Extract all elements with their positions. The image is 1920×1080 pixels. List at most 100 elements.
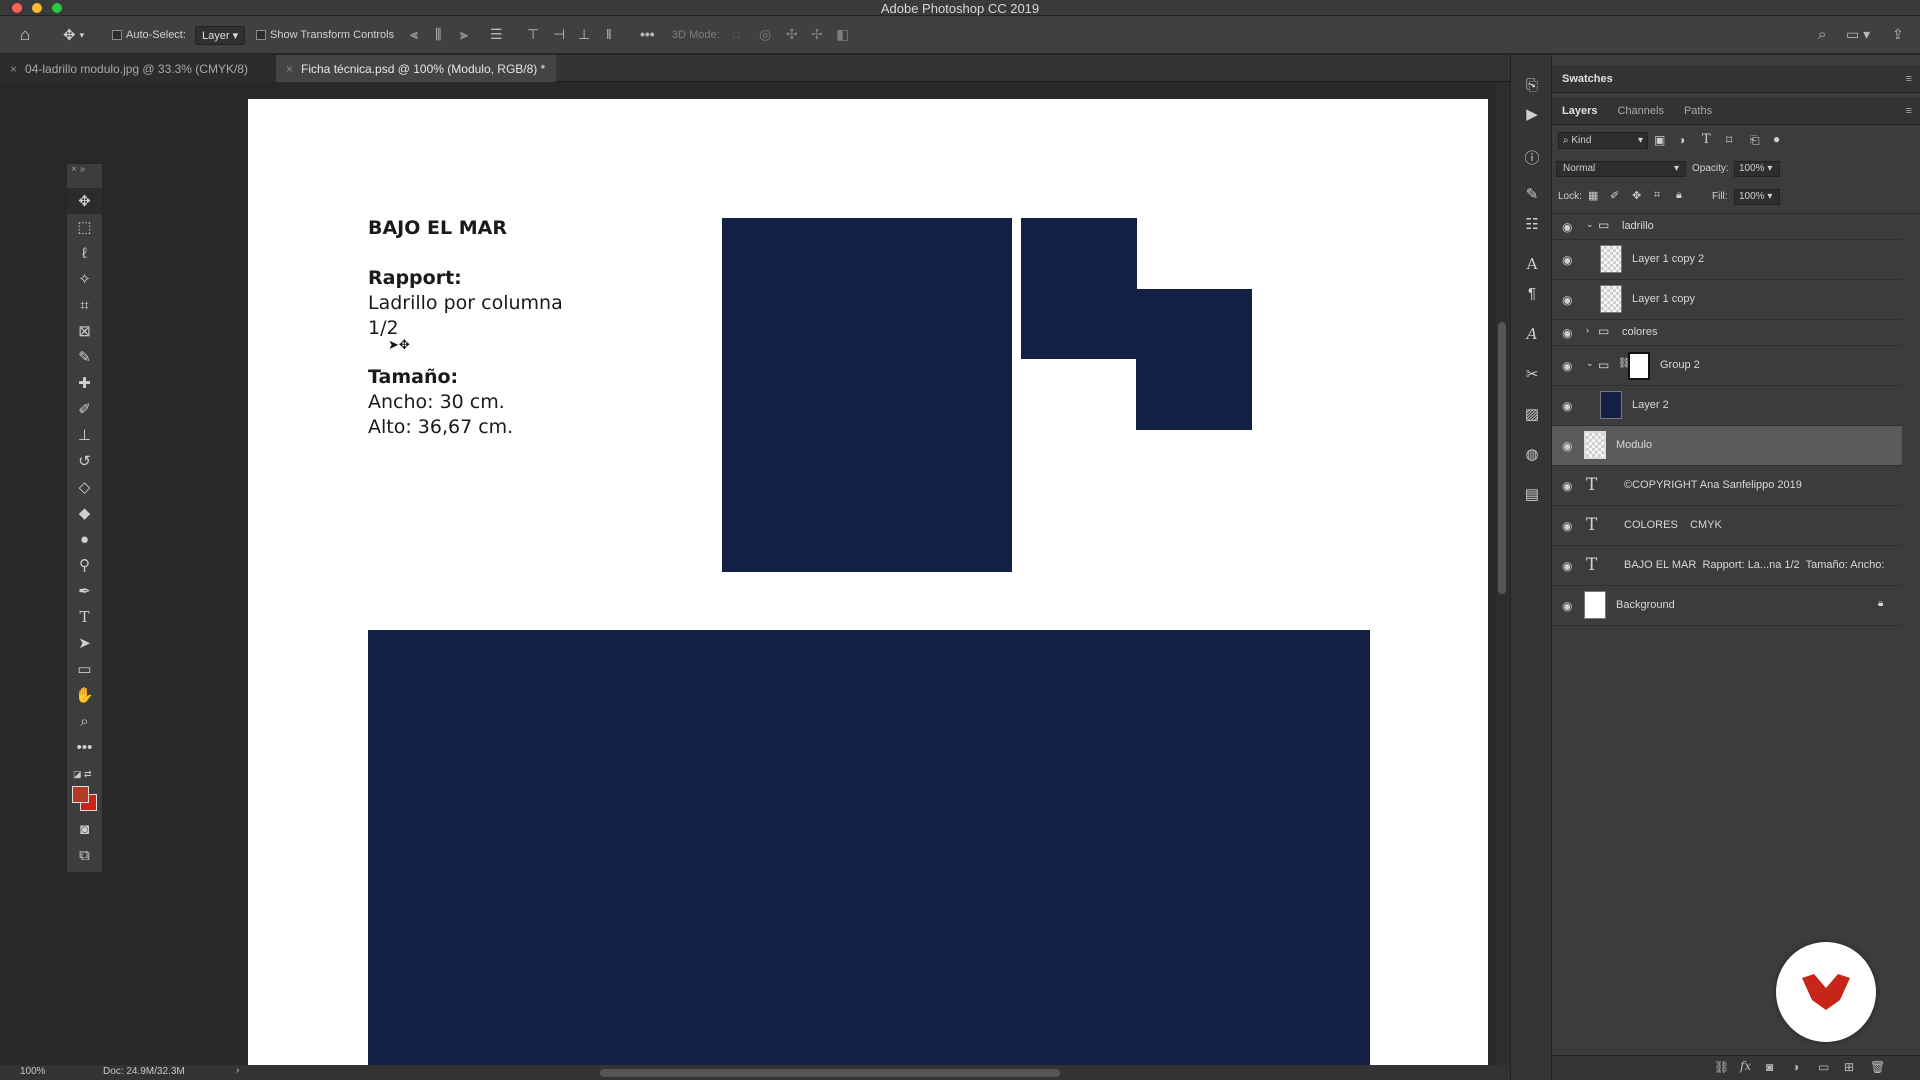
layer-filter-dropdown[interactable]: ⌕ Kind ▾ [1558,132,1648,149]
document-canvas[interactable]: BAJO EL MAR Rapport: Ladrillo por column… [248,99,1488,1070]
camera-3d-icon[interactable]: ◧ [836,26,849,43]
home-icon[interactable]: ⌂ [20,16,30,54]
add-mask-icon[interactable]: ◙ [1766,1060,1773,1074]
edit-toolbar-icon[interactable]: ••• [67,734,102,760]
visibility-eye-icon[interactable]: ◉ [1562,326,1572,340]
channels-mini-icon[interactable]: ◍ [1511,445,1553,463]
filter-toggle-icon[interactable]: ● [1773,132,1780,146]
paint-bucket-tool-icon[interactable]: ◆ [67,500,102,526]
align-bottom-icon[interactable]: ⊥ [578,26,590,43]
close-tab-icon[interactable]: × [10,62,17,76]
delete-layer-icon[interactable]: 🗑︎ [1870,1060,1885,1074]
tab-paths[interactable]: Paths [1674,105,1722,117]
layer-row-layer2[interactable]: ◉ Layer 2 [1552,386,1902,426]
move-tool-icon[interactable]: ✥ ▾ [63,16,84,54]
lasso-tool-icon[interactable]: ℓ [67,240,102,266]
swatches-tab[interactable]: Swatches [1552,73,1623,85]
blur-tool-icon[interactable]: ● [67,526,102,552]
dodge-tool-icon[interactable]: ⚲ [67,552,102,578]
module-large-square[interactable] [722,218,1012,572]
brush-tool-icon[interactable]: ✐ [67,396,102,422]
distribute-icon[interactable]: ☰ [490,26,503,43]
share-icon[interactable]: ⇪ [1892,26,1904,43]
lock-position-icon[interactable]: ✥ [1632,189,1641,202]
horizontal-scroll-thumb[interactable] [600,1069,1060,1077]
align-right-icon[interactable]: ⫸ [460,26,468,43]
slide-3d-icon[interactable]: ✢ [811,26,823,43]
filter-smart-object-icon[interactable]: ⎗ [1750,133,1760,148]
layer-row-copyright-text[interactable]: ◉ T ©COPYRIGHT Ana Sanfelippo 2019 [1552,466,1902,506]
fx-icon[interactable]: fx [1740,1059,1751,1073]
hand-tool-icon[interactable]: ✋ [67,682,102,708]
default-colors-icon[interactable]: ◪ ⇄ [73,769,92,780]
healing-brush-tool-icon[interactable]: ✚ [67,370,102,396]
layer-row-modulo[interactable]: ◉ Modulo [1552,426,1902,466]
lock-artboard-icon[interactable]: ⌗ [1654,189,1660,202]
panel-menu-icon[interactable]: ≡ [1906,105,1912,117]
frame-tool-icon[interactable]: ⊠ [67,318,102,344]
blend-mode-dropdown[interactable]: Normal ▾ [1556,161,1686,177]
panel-menu-icon[interactable]: ≡ [1906,73,1912,85]
filter-pixel-icon[interactable]: ▣ [1654,133,1665,147]
tab-ladrillo-modulo[interactable]: × 04-ladrillo modulo.jpg @ 33.3% (CMYK/8) [0,55,276,82]
layer-row-colores-text[interactable]: ◉ T COLORES CMYK [1552,506,1902,546]
brick-offset[interactable] [1136,289,1252,430]
history-panel-icon[interactable]: ⎘ [1511,77,1553,94]
quick-mask-icon[interactable]: ◙ [67,816,102,842]
align-center-icon[interactable]: ⫼ [435,26,441,43]
new-layer-icon[interactable]: ⊞ [1844,1060,1854,1074]
clone-stamp-tool-icon[interactable]: ⊥ [67,422,102,448]
layer-row-layer1-copy[interactable]: ◉ Layer 1 copy [1552,280,1902,320]
show-transform-checkbox[interactable]: Show Transform Controls [256,16,394,54]
pattern-preview[interactable] [368,630,1370,1070]
vertical-scroll-thumb[interactable] [1498,322,1506,594]
chevron-right-icon[interactable]: › [1586,325,1589,335]
layer-row-colores[interactable]: ◉ › ▭ colores [1552,320,1902,346]
orbit-3d-icon[interactable]: ◌ [732,26,740,42]
character-panel-icon[interactable]: A [1511,255,1553,273]
pen-tool-icon[interactable]: ✒ [67,578,102,604]
zoom-tool-icon[interactable]: ⌕ [67,708,102,734]
info-panel-icon[interactable]: ⓘ [1511,147,1553,168]
properties-icon[interactable]: ▨ [1511,405,1553,423]
align-left-icon[interactable]: ⫷ [410,26,418,43]
filter-type-icon[interactable]: T [1702,132,1711,147]
link-layers-icon[interactable]: ⛓ [1714,1060,1729,1074]
tab-layers[interactable]: Layers [1552,105,1607,117]
visibility-eye-icon[interactable]: ◉ [1562,559,1572,573]
glyphs-panel-icon[interactable]: A [1511,325,1553,343]
mask-thumbnail[interactable] [1628,352,1650,380]
magic-wand-tool-icon[interactable]: ✧ [67,266,102,292]
crop-tool-icon[interactable]: ⌗ [67,292,102,318]
marquee-tool-icon[interactable]: ⬚ [67,214,102,240]
move-tool-icon[interactable]: ✥ [67,188,102,214]
brush-settings-icon[interactable]: ✎ [1511,185,1553,203]
chevron-down-icon[interactable]: ⌄ [1586,219,1594,230]
visibility-eye-icon[interactable]: ◉ [1562,359,1572,373]
rectangle-tool-icon[interactable]: ▭ [67,656,102,682]
visibility-eye-icon[interactable]: ◉ [1562,519,1572,533]
filter-shape-icon[interactable]: ⌑ [1726,133,1732,147]
type-tool-icon[interactable]: T [67,604,102,630]
visibility-eye-icon[interactable]: ◉ [1562,399,1572,413]
workspace-icon[interactable]: ▭ ▾ [1846,26,1870,43]
visibility-eye-icon[interactable]: ◉ [1562,220,1572,234]
filter-adjustment-icon[interactable]: ◑ [1678,133,1685,147]
eraser-tool-icon[interactable]: ◇ [67,474,102,500]
eyedropper-tool-icon[interactable]: ✎ [67,344,102,370]
brick-top[interactable] [1021,218,1137,359]
more-options-icon[interactable]: ••• [640,26,655,42]
auto-select-dropdown[interactable]: Layer ▾ [195,16,246,54]
history-brush-tool-icon[interactable]: ↺ [67,448,102,474]
lock-all-icon[interactable]: 🔒︎ [1676,189,1682,202]
chevron-down-icon[interactable]: ⌄ [1586,358,1594,369]
paragraph-panel-icon[interactable]: ¶ [1511,285,1553,302]
layer-row-bajo-el-mar-text[interactable]: ◉ T BAJO EL MAR Rapport: La...na 1/2 Tam… [1552,546,1902,586]
layer-row-group2[interactable]: ◉ ⌄ ▭ ⛓ Group 2 [1552,346,1902,386]
visibility-eye-icon[interactable]: ◉ [1562,599,1572,613]
patterns-icon[interactable]: ▤ [1511,485,1553,503]
layer-row-background[interactable]: ◉ Background 🔒︎ [1552,586,1902,626]
layer-row-layer1-copy2[interactable]: ◉ Layer 1 copy 2 [1552,240,1902,280]
fill-input[interactable]: 100% ▾ [1734,189,1780,205]
adjustment-layer-icon[interactable]: ◑ [1792,1060,1799,1074]
